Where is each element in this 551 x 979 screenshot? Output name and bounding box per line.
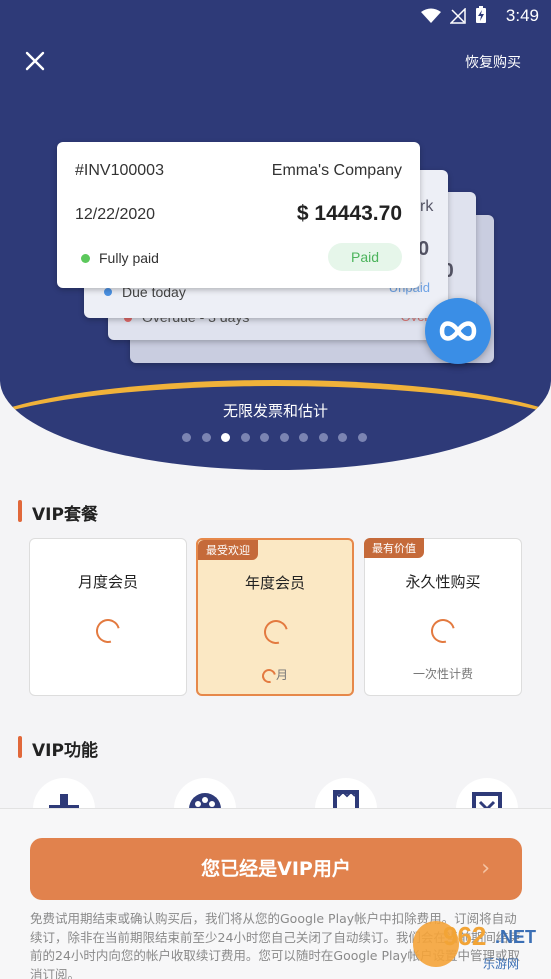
company-name: Emma's Company	[271, 162, 402, 179]
plan-tag: 最有价值	[364, 538, 424, 558]
plan-name: 年度会员	[244, 574, 305, 592]
loading-spinner-icon	[426, 614, 460, 648]
carousel-dot[interactable]	[201, 433, 211, 442]
invoice-amount: $ 14443.70	[296, 202, 402, 225]
loading-spinner-icon	[259, 615, 293, 649]
vip-status-label: 您已经是VIP用户	[201, 858, 351, 880]
status-bar: 3:49	[0, 0, 551, 32]
carousel-dot[interactable]	[318, 433, 328, 442]
status-icons	[420, 6, 487, 28]
loading-spinner-icon	[91, 614, 125, 648]
carousel-caption: 无限发票和估计	[222, 402, 328, 420]
site-watermark-logo: 962 .NET 乐游网	[413, 917, 543, 977]
watermark-net: .NET	[495, 927, 537, 947]
plan-yearly[interactable]: 最受欢迎 年度会员 月	[196, 538, 354, 696]
peek-text-1: rk	[420, 198, 434, 215]
carousel-dot[interactable]	[221, 433, 230, 442]
close-icon	[25, 51, 45, 71]
vip-status-button[interactable]: 您已经是VIP用户 ›	[30, 838, 522, 900]
invoice-card-front: #INV100003 Emma's Company 12/22/2020 $ 1…	[57, 142, 420, 288]
carousel-dot[interactable]	[299, 433, 308, 442]
unlimited-feature-button[interactable]	[425, 298, 491, 364]
restore-purchase-button[interactable]: 恢复购买	[465, 52, 521, 72]
status-time: 3:49	[505, 6, 539, 25]
hero-arc-decoration	[0, 380, 551, 470]
chevron-right-icon: ›	[481, 856, 490, 881]
invoice-number: #INV100003	[75, 162, 164, 179]
plan-name: 永久性购买	[405, 573, 481, 591]
signal-off-icon	[449, 7, 466, 24]
plan-monthly[interactable]: 月度会员	[29, 538, 187, 696]
plan-price-sub: 一次性计费	[412, 667, 473, 681]
vip-plans-title: VIP套餐	[18, 500, 98, 525]
carousel-dot[interactable]	[279, 433, 289, 442]
close-button[interactable]	[22, 49, 48, 75]
paid-badge: Paid	[328, 243, 402, 271]
paid-status-text: Fully paid	[99, 250, 159, 266]
plan-price-sub: 月	[198, 665, 352, 686]
plan-lifetime[interactable]: 最有价值 永久性购买 一次性计费	[364, 538, 522, 696]
wifi-icon	[420, 8, 441, 23]
carousel-dot[interactable]	[240, 433, 250, 442]
battery-charging-icon	[476, 6, 486, 23]
infinity-icon	[439, 321, 477, 341]
carousel-dot[interactable]	[357, 433, 367, 442]
watermark-number: 962	[443, 921, 487, 951]
status-dot-paid	[81, 254, 90, 263]
per-month-label: 月	[275, 668, 288, 682]
status-dot-due	[104, 288, 112, 296]
carousel-dot[interactable]	[260, 433, 269, 442]
carousel-dot[interactable]	[338, 433, 347, 442]
watermark-subtext: 乐游网	[483, 957, 520, 971]
carousel-dot[interactable]	[182, 433, 191, 442]
invoice-date: 12/22/2020	[75, 206, 156, 223]
plan-tag: 最受欢迎	[198, 540, 258, 560]
vip-features-title: VIP功能	[18, 736, 98, 761]
plan-name: 月度会员	[77, 573, 138, 591]
